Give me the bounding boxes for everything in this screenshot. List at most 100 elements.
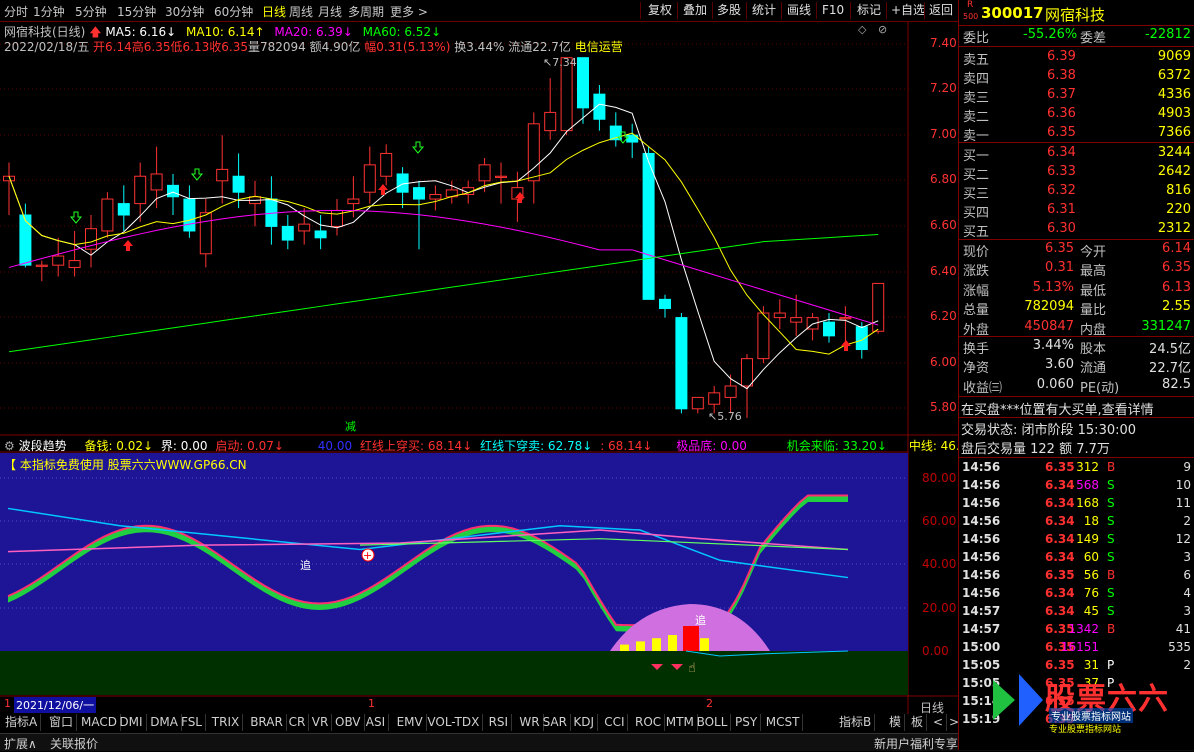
order-book-row[interactable]: 卖二 6.36 4903	[959, 106, 1194, 125]
order-book-row[interactable]: 买一 6.34 3244	[959, 145, 1194, 164]
new-user-link[interactable]: 新用户福利专享	[874, 735, 958, 752]
watermark-logo: 股票六六 专业股票指标网站 专业股票指标网站	[989, 668, 1194, 735]
tick-time: 14:56	[962, 496, 1001, 510]
period-tab-more[interactable]: 更多 >	[390, 3, 428, 20]
level-label: 买三	[963, 187, 990, 202]
kline-chart-area[interactable]: +☝	[0, 22, 958, 714]
draw-line-button[interactable]: 画线	[787, 1, 811, 20]
tick-price: 6.34	[1045, 604, 1075, 618]
order-book-row[interactable]: 买五 6.30 2312	[959, 221, 1194, 240]
tab-psy[interactable]: PSY	[732, 714, 762, 731]
order-book-row[interactable]: 卖一 6.35 7366	[959, 125, 1194, 144]
diamond-icon[interactable]: ◇	[858, 23, 866, 36]
tick-volume: 60	[1083, 550, 1099, 564]
stat-label: 涨跌	[963, 264, 990, 280]
price-tick: 7.00	[930, 127, 957, 141]
down-arrow-icon: ↓	[273, 439, 284, 453]
candle-body	[413, 187, 425, 200]
expand-button[interactable]: 扩展∧	[4, 735, 37, 752]
period-tab[interactable]: 1分钟	[33, 3, 65, 20]
sector-link[interactable]: 电信运营	[575, 40, 623, 54]
mark-button[interactable]: 标记	[857, 1, 881, 20]
indicator-name[interactable]: 波段趋势	[19, 439, 67, 453]
period-tab[interactable]: 多周期	[348, 3, 384, 20]
tab-dma[interactable]: DMA	[147, 714, 182, 731]
tab-fsl[interactable]: FSL	[178, 714, 206, 731]
order-book-row[interactable]: 买四 6.31 220	[959, 202, 1194, 221]
chevron-left-icon[interactable]: <	[930, 714, 948, 731]
tick-row: 14:56 6.34 76 S 4	[959, 585, 1194, 603]
multi-stock-button[interactable]: 多股	[717, 1, 741, 20]
tab-indicator-b[interactable]: 指标B	[836, 714, 876, 731]
date-scale: 1 2021/12/06/一 1 2	[0, 697, 908, 713]
close-icon[interactable]: ⊘	[878, 23, 887, 36]
tick-time: 14:56	[962, 550, 1001, 564]
tab-mtm[interactable]: MTM	[663, 714, 698, 731]
level-volume: 2642	[1157, 164, 1191, 179]
tick-direction: S	[1107, 550, 1115, 564]
tab-boll[interactable]: BOLL	[694, 714, 732, 731]
tab-roc[interactable]: ROC	[632, 714, 666, 731]
stat-label: 今开	[1080, 245, 1107, 260]
candle-body	[68, 260, 81, 268]
tab-rsi[interactable]: RSI	[486, 714, 513, 731]
tab-vol-tdx[interactable]: VOL-TDX	[424, 714, 484, 731]
stats-button[interactable]: 统计	[752, 1, 776, 20]
tab-dmi[interactable]: DMI	[116, 714, 147, 731]
period-tab[interactable]: 5分钟	[75, 3, 107, 20]
big-order-notice[interactable]: 在买盘***位置有大买单,查看详情	[961, 399, 1154, 418]
tab-brar[interactable]: BRAR	[247, 714, 287, 731]
stat-label: 现价	[963, 245, 990, 260]
tab-macd[interactable]: MACD	[78, 714, 121, 731]
stat-value: 3.44%	[1032, 338, 1074, 353]
tick-row: 14:56 6.35 312 B 9	[959, 459, 1194, 477]
tab-emv[interactable]: EMV	[394, 714, 427, 731]
quote-panel: R 500 300017 网宿科技 委比 -55.26% 委差 -22812 卖…	[958, 0, 1194, 750]
settings-icon[interactable]: ⚙	[4, 439, 15, 453]
tab-obv[interactable]: OBV	[332, 714, 365, 731]
tab--a[interactable]: 指标A	[2, 714, 42, 731]
order-book-row[interactable]: 卖四 6.38 6372	[959, 68, 1194, 87]
f10-button[interactable]: F10	[822, 1, 844, 20]
tab--[interactable]: 窗口	[46, 714, 78, 731]
tab-trix[interactable]: TRIX	[209, 714, 244, 731]
tab-asi[interactable]: ASI	[363, 714, 390, 731]
tab-mo[interactable]: 模	[886, 714, 906, 731]
candle-body	[691, 396, 704, 410]
tick-price: 6.34	[1045, 478, 1075, 492]
level-price: 6.33	[1047, 164, 1076, 179]
period-tab[interactable]: 月线	[318, 3, 342, 20]
period-tab[interactable]: 15分钟	[117, 3, 156, 20]
tab-mcst[interactable]: MCST	[763, 714, 804, 731]
badge-r: R	[967, 0, 974, 10]
stat-label: 最高	[1080, 264, 1107, 280]
add-watchlist-button[interactable]: +自选	[891, 1, 925, 20]
order-book-row[interactable]: 买三 6.32 816	[959, 183, 1194, 202]
stat-label: 外盘	[963, 322, 990, 338]
period-tab[interactable]: 分时	[4, 3, 28, 20]
tab-cci[interactable]: CCI	[601, 714, 629, 731]
order-book-row[interactable]: 买二 6.33 2642	[959, 164, 1194, 183]
period-tab[interactable]: 周线	[289, 3, 313, 20]
tick-time: 15:00	[962, 640, 1001, 654]
tab-sar[interactable]: SAR	[540, 714, 571, 731]
overlay-button[interactable]: 叠加	[683, 1, 707, 20]
tick-count: 41	[1175, 622, 1191, 636]
level-volume: 9069	[1157, 49, 1191, 64]
period-tab[interactable]: 60分钟	[214, 3, 253, 20]
tab-ban[interactable]: 板	[908, 714, 928, 731]
period-tab[interactable]: 30分钟	[165, 3, 204, 20]
tab-kdj[interactable]: KDJ	[570, 714, 599, 731]
related-quote-button[interactable]: 关联报价	[50, 735, 98, 752]
tab-vr[interactable]: VR	[309, 714, 333, 731]
tab-cr[interactable]: CR	[286, 714, 310, 731]
order-book-row[interactable]: 卖三 6.37 4336	[959, 87, 1194, 106]
stat-label: 流通	[1080, 361, 1107, 377]
back-button[interactable]: 返回	[929, 1, 953, 20]
candle-body	[577, 57, 589, 109]
ma20-label: MA20: 6.39	[274, 25, 343, 39]
order-book-row[interactable]: 卖五 6.39 9069	[959, 49, 1194, 68]
stat-label: 净资	[963, 361, 990, 377]
period-tab-active[interactable]: 日线	[262, 3, 286, 20]
fuquan-button[interactable]: 复权	[648, 1, 672, 20]
